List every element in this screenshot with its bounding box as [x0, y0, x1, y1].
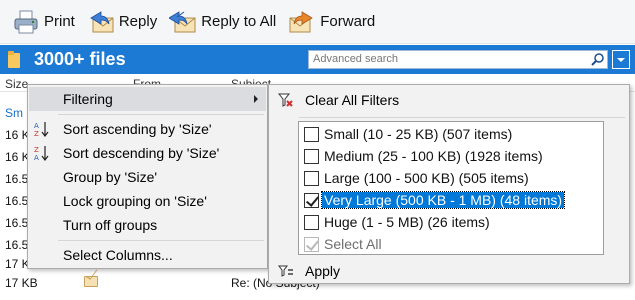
menu-item-label: Sort descending by 'Size' — [63, 145, 220, 161]
filter-checkbox[interactable] — [304, 171, 319, 186]
filter-checkbox[interactable] — [304, 149, 319, 164]
menu-item-filtering[interactable]: Filtering — [29, 87, 266, 111]
svg-text:A: A — [34, 154, 39, 162]
menu-item-label: Filtering — [63, 91, 113, 107]
filter-option-very-large[interactable]: Very Large (500 KB - 1 MB) (48 items) — [300, 190, 602, 212]
menu-separator — [299, 117, 625, 118]
reply-label: Reply — [118, 13, 158, 30]
search-input[interactable]: Advanced search — [308, 50, 608, 69]
folder-header: 3000+ files Advanced search — [0, 45, 635, 74]
filter-checkbox[interactable] — [304, 127, 319, 142]
menu-item-label: Turn off groups — [63, 217, 158, 233]
menu-item-label: Group by 'Size' — [63, 169, 158, 185]
filter-option-large[interactable]: Large (100 - 500 KB) (505 items) — [300, 168, 602, 190]
sort-descending-icon: Z A — [33, 144, 51, 162]
clear-filter-icon — [277, 92, 294, 108]
svg-text:A: A — [34, 122, 39, 130]
folder-title: 3000+ files — [34, 49, 126, 69]
svg-text:Z: Z — [34, 130, 39, 138]
filter-submenu: Clear All Filters Small (10 - 25 KB) (50… — [268, 84, 630, 284]
clear-all-filters-label: Clear All Filters — [305, 92, 400, 108]
printer-icon — [12, 8, 40, 36]
reply-all-label: Reply to All — [201, 13, 277, 30]
print-label: Print — [44, 13, 75, 30]
menu-item-turn-off-groups[interactable]: Turn off groups — [29, 213, 266, 237]
clear-all-filters-item[interactable]: Clear All Filters — [270, 88, 628, 112]
menu-item-group-by[interactable]: Group by 'Size' — [29, 165, 266, 189]
row-size: 17 KB — [5, 276, 38, 290]
select-all-label: Select All — [324, 236, 382, 252]
apply-filter-item[interactable]: Apply — [270, 259, 628, 283]
search-placeholder: Advanced search — [313, 53, 398, 65]
menu-separator — [58, 114, 264, 115]
row-size: 16.5 — [5, 172, 29, 186]
menu-item-sort-descending[interactable]: Z A Sort descending by 'Size' — [29, 141, 266, 165]
filter-option-label: Large (100 - 500 KB) (505 items) — [324, 170, 529, 186]
search-icon[interactable] — [590, 52, 605, 67]
filter-checkbox[interactable] — [304, 193, 319, 208]
filter-option-huge[interactable]: Huge (1 - 5 MB) (26 items) — [300, 212, 602, 234]
submenu-arrow-icon — [254, 95, 258, 103]
svg-text:Z: Z — [34, 146, 39, 154]
select-all-checkbox[interactable] — [304, 237, 319, 252]
forward-label: Forward — [320, 13, 376, 30]
column-context-menu: Filtering A Z Sort ascending by 'Size' Z… — [27, 84, 268, 269]
filter-option-label: Huge (1 - 5 MB) (26 items) — [324, 214, 490, 230]
envelope-icon — [84, 276, 98, 287]
menu-separator — [58, 240, 264, 241]
filter-option-small[interactable]: Small (10 - 25 KB) (507 items) — [300, 124, 602, 146]
column-size[interactable]: Size — [5, 77, 28, 91]
filter-select-all[interactable]: Select All — [300, 234, 602, 256]
forward-button[interactable]: Forward — [284, 5, 381, 39]
row-size: 16.5 — [5, 238, 29, 252]
apply-label: Apply — [305, 263, 341, 279]
print-button[interactable]: Print — [8, 5, 81, 39]
row-size: 16.5 — [5, 194, 29, 208]
filter-option-label: Very Large (500 KB - 1 MB) (48 items) — [320, 191, 566, 209]
menu-item-lock-grouping[interactable]: Lock grouping on 'Size' — [29, 189, 266, 213]
filter-option-medium[interactable]: Medium (25 - 100 KB) (1928 items) — [300, 146, 602, 168]
row-size: Sm — [5, 106, 23, 120]
reply-all-icon — [168, 8, 197, 36]
filter-option-label: Small (10 - 25 KB) (507 items) — [324, 126, 513, 142]
apply-filter-icon — [278, 263, 294, 279]
menu-item-label: Select Columns... — [63, 247, 173, 263]
reply-all-button[interactable]: Reply to All — [165, 5, 282, 39]
forward-icon — [288, 8, 316, 36]
reply-icon — [87, 8, 115, 36]
menu-item-label: Lock grouping on 'Size' — [63, 193, 207, 209]
menu-item-select-columns[interactable]: Select Columns... — [29, 243, 266, 267]
menu-item-label: Sort ascending by 'Size' — [63, 121, 212, 137]
sort-ascending-icon: A Z — [33, 120, 51, 138]
folder-icon — [8, 50, 22, 69]
menu-item-sort-ascending[interactable]: A Z Sort ascending by 'Size' — [29, 117, 266, 141]
toolbar: Print Reply Reply to All Forward — [0, 0, 635, 44]
filter-option-label: Medium (25 - 100 KB) (1928 items) — [324, 148, 543, 164]
header-dropdown-button[interactable] — [612, 50, 630, 69]
filter-options-list: Small (10 - 25 KB) (507 items) Medium (2… — [298, 121, 604, 255]
reply-button[interactable]: Reply — [83, 5, 163, 39]
filter-checkbox[interactable] — [304, 215, 319, 230]
row-size: 16.5 — [5, 216, 29, 230]
